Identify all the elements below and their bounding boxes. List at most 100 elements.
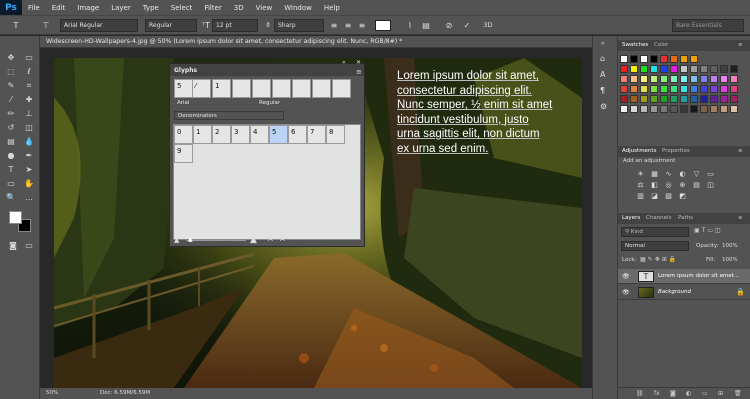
properties-icon[interactable]: ⚙ bbox=[600, 102, 607, 111]
color-swatch[interactable] bbox=[620, 55, 628, 63]
color-swatch[interactable] bbox=[670, 55, 678, 63]
glyph-8[interactable]: 8 bbox=[326, 125, 345, 144]
color-swatch[interactable] bbox=[670, 75, 678, 83]
glyph-category-dropdown[interactable]: Denominators bbox=[174, 111, 284, 120]
selective-color-icon[interactable]: ◩ bbox=[678, 192, 687, 200]
color-swatch[interactable] bbox=[660, 55, 668, 63]
color-swatch[interactable] bbox=[730, 65, 738, 73]
color-swatch[interactable] bbox=[700, 95, 708, 103]
threshold-icon[interactable]: ◪ bbox=[650, 192, 659, 200]
recent-glyph-slot[interactable] bbox=[332, 79, 351, 98]
tab-paths[interactable]: Paths bbox=[678, 215, 693, 221]
gradient-tool-icon[interactable]: ▤ bbox=[4, 136, 18, 148]
color-swatch[interactable] bbox=[710, 95, 718, 103]
color-swatch[interactable] bbox=[670, 95, 678, 103]
color-swatch[interactable] bbox=[730, 105, 738, 113]
history-icon[interactable]: ⌂ bbox=[600, 54, 605, 63]
visibility-eye-icon[interactable]: 👁 bbox=[622, 289, 630, 296]
collapse-icon[interactable]: « bbox=[342, 59, 346, 66]
delete-layer-icon[interactable]: 🗑 bbox=[734, 390, 742, 397]
layer-filter-dropdown[interactable]: ⚲ Kind bbox=[621, 227, 689, 237]
glyph-7[interactable]: 7 bbox=[307, 125, 326, 144]
large-mountain-icon[interactable]: ▲ bbox=[250, 235, 257, 245]
color-balance-icon[interactable]: ⚖ bbox=[636, 181, 645, 189]
color-swatch[interactable] bbox=[630, 55, 638, 63]
recent-glyph-slot[interactable] bbox=[272, 79, 291, 98]
move-tool-icon[interactable]: ✥ bbox=[4, 52, 18, 64]
doc-size[interactable]: Doc: 6.59M/6.59M bbox=[100, 390, 150, 396]
menu-file[interactable]: File bbox=[22, 4, 46, 12]
color-swatch[interactable] bbox=[670, 105, 678, 113]
color-swatch[interactable] bbox=[700, 65, 708, 73]
glyph-6[interactable]: 6 bbox=[288, 125, 307, 144]
recent-glyph-1[interactable]: 5 bbox=[174, 79, 193, 98]
history-brush-tool-icon[interactable]: ↺ bbox=[4, 122, 18, 134]
glyph-0[interactable]: 0 bbox=[174, 125, 193, 144]
panel-menu-icon[interactable]: ≡ bbox=[738, 215, 743, 221]
workspace-dropdown[interactable]: Bare Essentials bbox=[672, 19, 744, 32]
color-swatch[interactable] bbox=[630, 85, 638, 93]
marquee-tool-icon[interactable]: ⬚ bbox=[4, 66, 18, 78]
color-swatch[interactable] bbox=[620, 95, 628, 103]
brush-tool-icon[interactable]: ✏ bbox=[4, 108, 18, 120]
color-swatch[interactable] bbox=[640, 105, 648, 113]
blend-mode-dropdown[interactable]: Normal bbox=[621, 241, 689, 251]
align-center-icon[interactable]: ≡ bbox=[342, 19, 354, 32]
color-swatch[interactable] bbox=[620, 65, 628, 73]
color-swatch[interactable] bbox=[660, 105, 668, 113]
tab-properties[interactable]: Properties bbox=[662, 148, 690, 154]
color-swatch[interactable] bbox=[680, 85, 688, 93]
color-swatch[interactable] bbox=[630, 105, 638, 113]
color-swatch[interactable] bbox=[720, 75, 728, 83]
recent-glyph-3[interactable]: 1 bbox=[212, 79, 231, 98]
color-swatch[interactable] bbox=[690, 95, 698, 103]
antialias-dropdown[interactable]: Sharp bbox=[274, 19, 324, 32]
document-tab[interactable]: Widescreen-HD-Wallpapers-4.jpg @ 50% (Lo… bbox=[40, 36, 592, 48]
panel-menu-icon[interactable]: ≡ bbox=[738, 42, 743, 48]
zoom-in-glyph-icon[interactable]: A⁺ bbox=[280, 235, 288, 243]
fill-value[interactable]: 100% bbox=[722, 257, 738, 263]
color-swatch[interactable] bbox=[690, 85, 698, 93]
layer-mask-icon[interactable]: ◙ bbox=[670, 390, 676, 397]
color-swatch[interactable] bbox=[640, 55, 648, 63]
brightness-icon[interactable]: ☀ bbox=[636, 170, 645, 178]
recent-glyph-slot[interactable] bbox=[312, 79, 331, 98]
tab-swatches[interactable]: Swatches bbox=[622, 42, 648, 48]
color-swatch[interactable] bbox=[720, 95, 728, 103]
color-swatch[interactable] bbox=[660, 65, 668, 73]
quick-select-tool-icon[interactable]: ✎ bbox=[4, 80, 18, 92]
glyph-style-dropdown[interactable]: Regular bbox=[256, 99, 296, 108]
collapse-panels-icon[interactable]: » bbox=[601, 40, 605, 47]
glyph-9[interactable]: 9 bbox=[174, 144, 193, 163]
zoom-tool-icon[interactable]: 🔍 bbox=[4, 192, 18, 204]
text-orientation-icon[interactable]: ⊤ bbox=[40, 19, 52, 32]
recent-glyph-slot[interactable] bbox=[292, 79, 311, 98]
visibility-eye-icon[interactable]: 👁 bbox=[622, 273, 630, 280]
color-swatch[interactable] bbox=[620, 85, 628, 93]
recent-glyph-2[interactable]: ⁄ bbox=[192, 79, 211, 98]
font-family-dropdown[interactable]: Arial Regular bbox=[60, 19, 138, 32]
color-swatch[interactable] bbox=[630, 65, 638, 73]
color-swatch[interactable] bbox=[650, 85, 658, 93]
align-left-icon[interactable]: ≡ bbox=[328, 19, 340, 32]
color-swatch[interactable] bbox=[700, 85, 708, 93]
recent-glyph-slot[interactable] bbox=[232, 79, 251, 98]
color-swatch[interactable] bbox=[640, 95, 648, 103]
color-swatch[interactable] bbox=[670, 65, 678, 73]
hue-icon[interactable]: ▭ bbox=[706, 170, 715, 178]
color-swatch[interactable] bbox=[650, 95, 658, 103]
color-swatch[interactable] bbox=[700, 75, 708, 83]
eraser-tool-icon[interactable]: ◫ bbox=[22, 122, 36, 134]
font-style-dropdown[interactable]: Regular bbox=[145, 19, 197, 32]
color-swatch[interactable] bbox=[620, 75, 628, 83]
slider-thumb[interactable]: ▲ bbox=[188, 236, 193, 243]
new-layer-icon[interactable]: ⊞ bbox=[718, 390, 723, 397]
cancel-icon[interactable]: ⊘ bbox=[443, 19, 455, 32]
crop-tool-icon[interactable]: ⌗ bbox=[22, 80, 36, 92]
menu-edit[interactable]: Edit bbox=[46, 4, 72, 12]
color-swatch[interactable] bbox=[730, 95, 738, 103]
color-swatch[interactable] bbox=[710, 85, 718, 93]
color-swatch[interactable] bbox=[710, 75, 718, 83]
hand-tool-icon[interactable]: ✋ bbox=[22, 178, 36, 190]
color-swatch[interactable] bbox=[680, 65, 688, 73]
